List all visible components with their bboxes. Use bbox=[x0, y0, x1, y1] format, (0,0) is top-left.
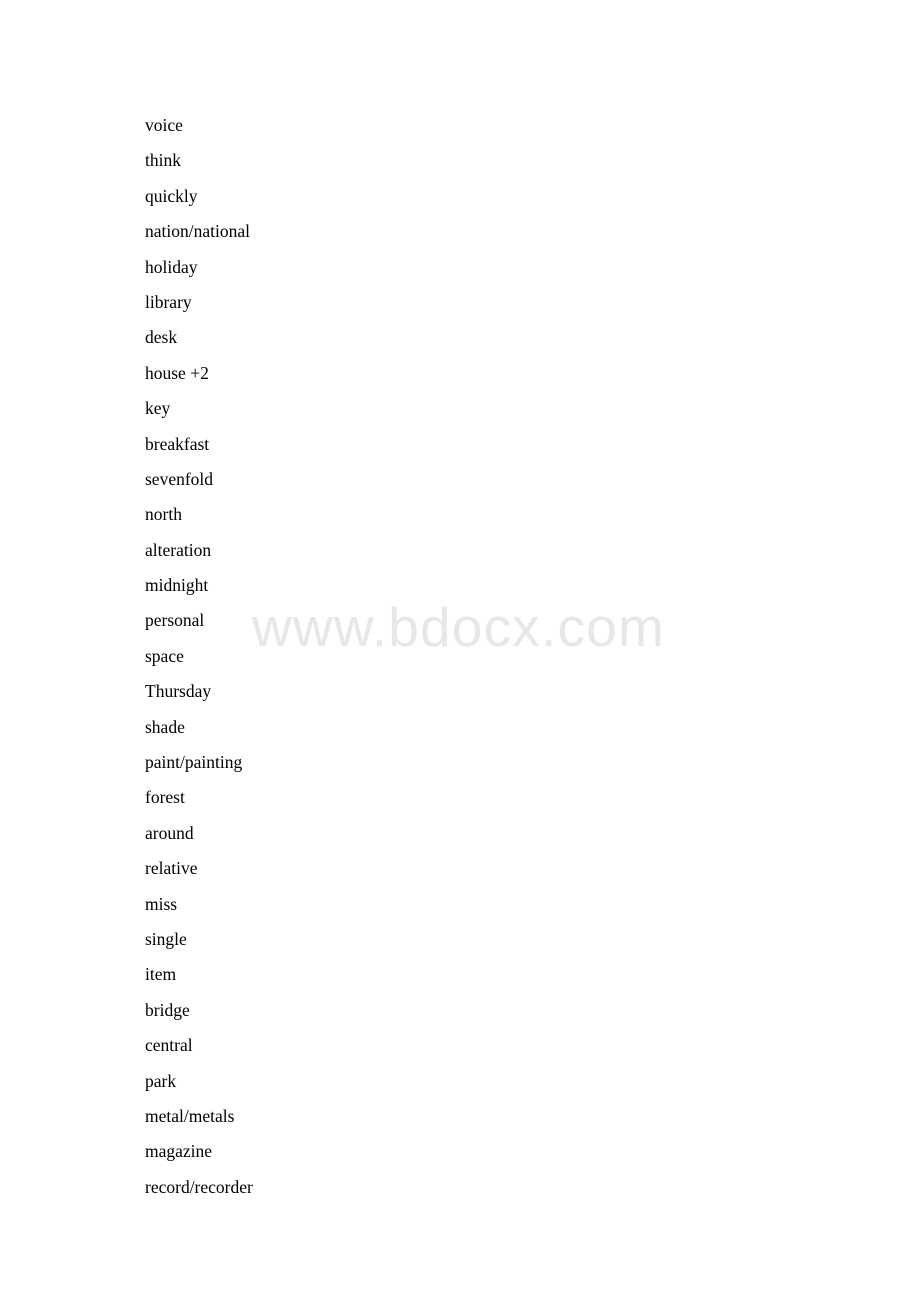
list-item: magazine bbox=[145, 1141, 213, 1162]
list-item: holiday bbox=[145, 256, 198, 277]
list-item: around bbox=[145, 822, 194, 843]
list-item: sevenfold bbox=[145, 468, 214, 489]
list-item: desk bbox=[145, 327, 178, 348]
list-item: paint/painting bbox=[145, 752, 243, 773]
list-item: nation/national bbox=[145, 221, 250, 242]
list-item: single bbox=[145, 928, 187, 949]
list-item: shade bbox=[145, 716, 185, 737]
list-item: space bbox=[145, 645, 184, 666]
list-item: item bbox=[145, 964, 177, 985]
list-item: library bbox=[145, 291, 192, 312]
list-item: forest bbox=[145, 787, 185, 808]
vocabulary-word-list: voice think quickly nation/national holiday l… bbox=[145, 108, 845, 1205]
list-item: record/recorder bbox=[145, 1176, 253, 1197]
list-item: house +2 bbox=[145, 362, 209, 383]
list-item: think bbox=[145, 150, 181, 171]
document-page: www.bdocx.com voice think quickly nation/na… bbox=[0, 0, 920, 1302]
list-item: park bbox=[145, 1070, 177, 1091]
list-item: quickly bbox=[145, 185, 198, 206]
list-item: Thursday bbox=[145, 681, 212, 702]
list-item: miss bbox=[145, 893, 178, 914]
list-item: central bbox=[145, 1035, 193, 1056]
list-item: bridge bbox=[145, 999, 190, 1020]
list-item: midnight bbox=[145, 575, 209, 596]
list-item: breakfast bbox=[145, 433, 210, 454]
list-item: metal/metals bbox=[145, 1105, 235, 1126]
list-item: relative bbox=[145, 858, 198, 879]
list-item: key bbox=[145, 398, 171, 419]
list-item: voice bbox=[145, 115, 183, 135]
list-item: alteration bbox=[145, 539, 212, 560]
list-item: personal bbox=[145, 610, 205, 631]
list-item: north bbox=[145, 504, 182, 525]
